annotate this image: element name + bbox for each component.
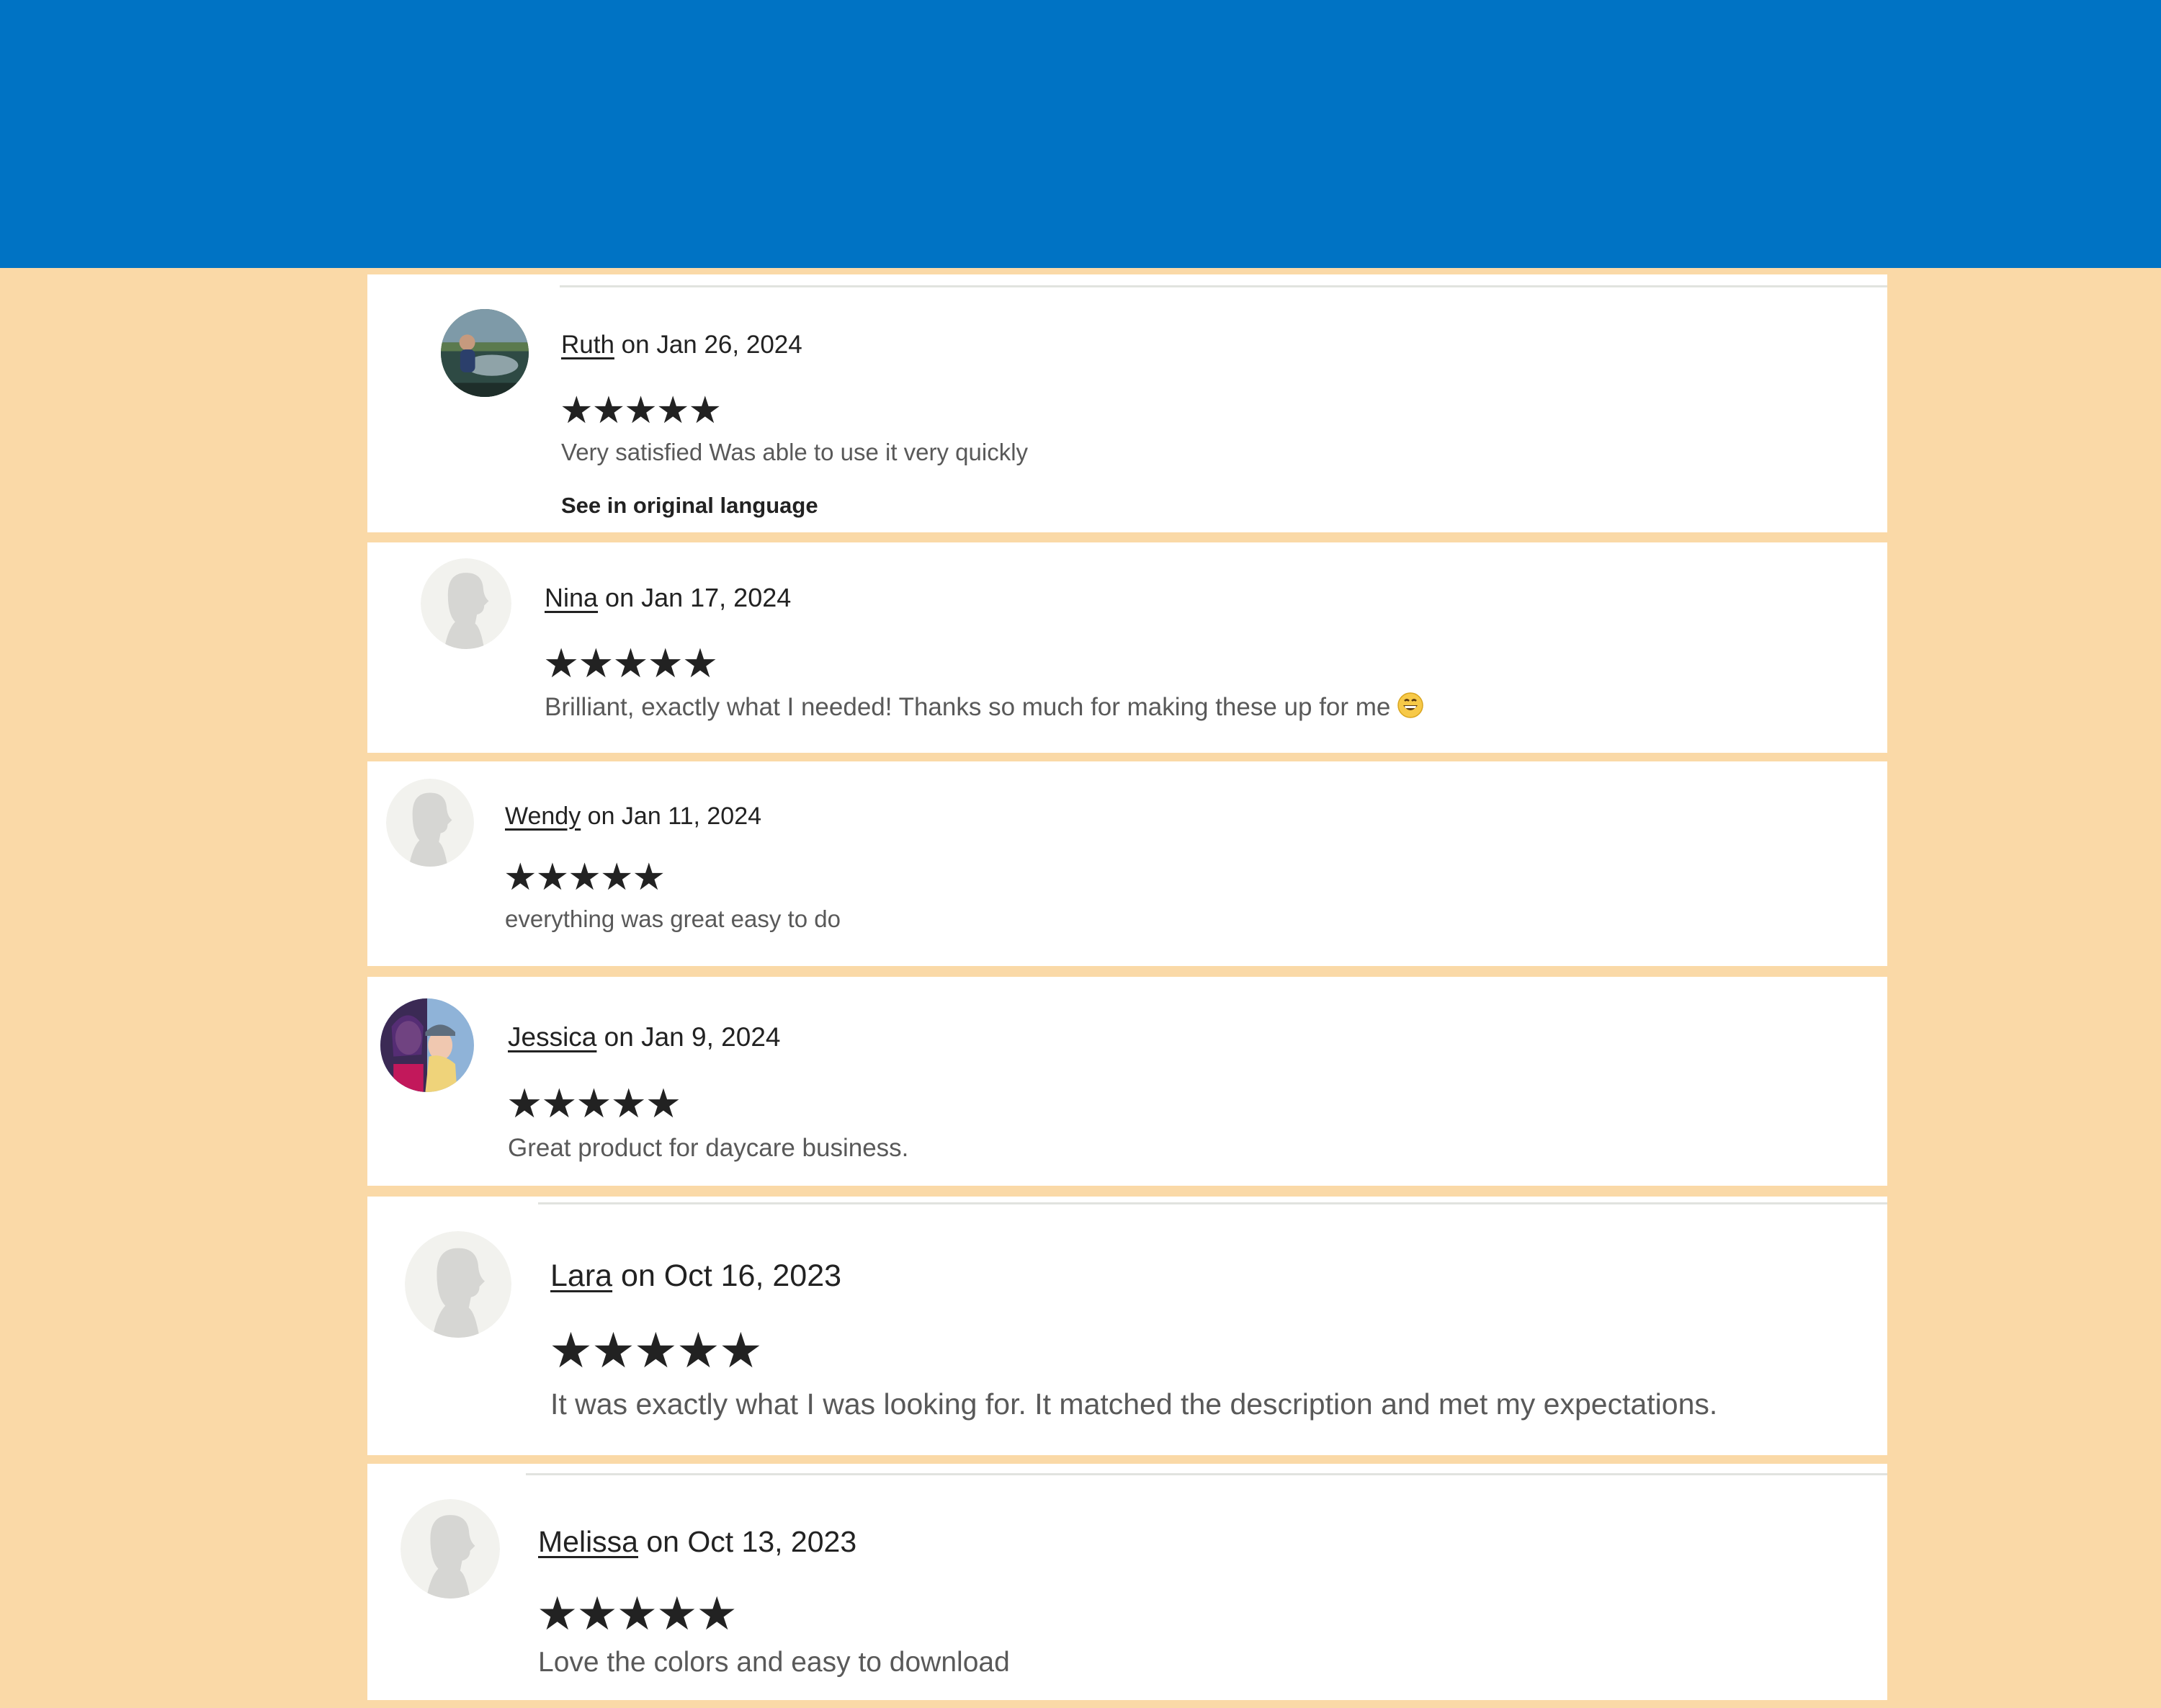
reviewer-avatar-ruth[interactable] xyxy=(441,309,529,397)
divider xyxy=(526,1473,1887,1475)
review-header: Melissa on Oct 13, 2023 xyxy=(538,1525,856,1559)
reviewer-name-link[interactable]: Jessica xyxy=(508,1022,596,1052)
reviewer-avatar-nina[interactable] xyxy=(421,558,511,649)
review-card: Melissa on Oct 13, 2023 ★★★★★ Love the c… xyxy=(367,1464,1887,1700)
divider xyxy=(538,1202,1887,1204)
default-avatar-icon xyxy=(421,558,511,649)
star-rating: ★★★★★ xyxy=(543,640,718,686)
review-header: Wendy on Jan 11, 2024 xyxy=(505,802,761,831)
grinning-face-emoji-icon xyxy=(1397,692,1424,725)
reviewer-name-link[interactable]: Wendy xyxy=(505,802,581,830)
star-rating: ★★★★★ xyxy=(506,1081,681,1126)
star-rating: ★★★★★ xyxy=(504,857,666,898)
default-avatar-icon xyxy=(405,1231,511,1338)
review-card: Nina on Jan 17, 2024 ★★★★★ Brilliant, ex… xyxy=(367,542,1887,753)
review-date: on Jan 9, 2024 xyxy=(596,1022,781,1052)
divider xyxy=(560,285,1887,287)
star-rating: ★★★★★ xyxy=(560,390,722,432)
reviewer-avatar-lara[interactable] xyxy=(405,1231,511,1338)
reviewer-name-link[interactable]: Lara xyxy=(550,1258,612,1293)
review-header: Lara on Oct 16, 2023 xyxy=(550,1258,841,1294)
star-rating: ★★★★★ xyxy=(549,1323,763,1378)
review-date: on Jan 26, 2024 xyxy=(614,331,802,359)
review-date: on Oct 13, 2023 xyxy=(637,1525,857,1558)
reviewer-avatar-jessica[interactable] xyxy=(380,998,474,1092)
review-card: Jessica on Jan 9, 2024 ★★★★★ Great produ… xyxy=(367,977,1887,1186)
reviewer-name-link[interactable]: Ruth xyxy=(561,331,614,359)
review-header: Nina on Jan 17, 2024 xyxy=(545,583,791,613)
review-text: everything was great easy to do xyxy=(505,906,841,932)
review-text-content: Brilliant, exactly what I needed! Thanks… xyxy=(545,693,1391,721)
reviewer-name-link[interactable]: Nina xyxy=(545,583,598,612)
review-date: on Jan 11, 2024 xyxy=(581,802,762,830)
top-banner xyxy=(0,0,2161,268)
default-avatar-icon xyxy=(401,1499,500,1599)
review-card: Wendy on Jan 11, 2024 ★★★★★ everything w… xyxy=(367,761,1887,966)
review-header: Jessica on Jan 9, 2024 xyxy=(508,1022,781,1052)
review-date: on Jan 17, 2024 xyxy=(598,583,792,612)
review-date: on Oct 16, 2023 xyxy=(612,1258,842,1293)
photo-avatar-icon xyxy=(380,998,474,1092)
see-original-language-link[interactable]: See in original language xyxy=(561,493,818,519)
review-text: Very satisfied Was able to use it very q… xyxy=(561,439,1029,465)
review-header: Ruth on Jan 26, 2024 xyxy=(561,331,802,359)
review-text: Love the colors and easy to download xyxy=(538,1647,1010,1678)
reviewer-avatar-wendy[interactable] xyxy=(386,779,474,867)
reviewer-name-link[interactable]: Melissa xyxy=(538,1525,638,1558)
review-card: Ruth on Jan 26, 2024 ★★★★★ Very satisfie… xyxy=(367,274,1887,532)
review-text: Great product for daycare business. xyxy=(508,1134,909,1162)
review-text: It was exactly what I was looking for. I… xyxy=(550,1387,1718,1421)
review-text: Brilliant, exactly what I needed! Thanks… xyxy=(545,692,1424,725)
default-avatar-icon xyxy=(386,779,474,867)
review-card: Lara on Oct 16, 2023 ★★★★★ It was exactl… xyxy=(367,1197,1887,1455)
star-rating: ★★★★★ xyxy=(537,1588,738,1640)
reviewer-avatar-melissa[interactable] xyxy=(401,1499,500,1599)
photo-avatar-icon xyxy=(441,309,529,397)
